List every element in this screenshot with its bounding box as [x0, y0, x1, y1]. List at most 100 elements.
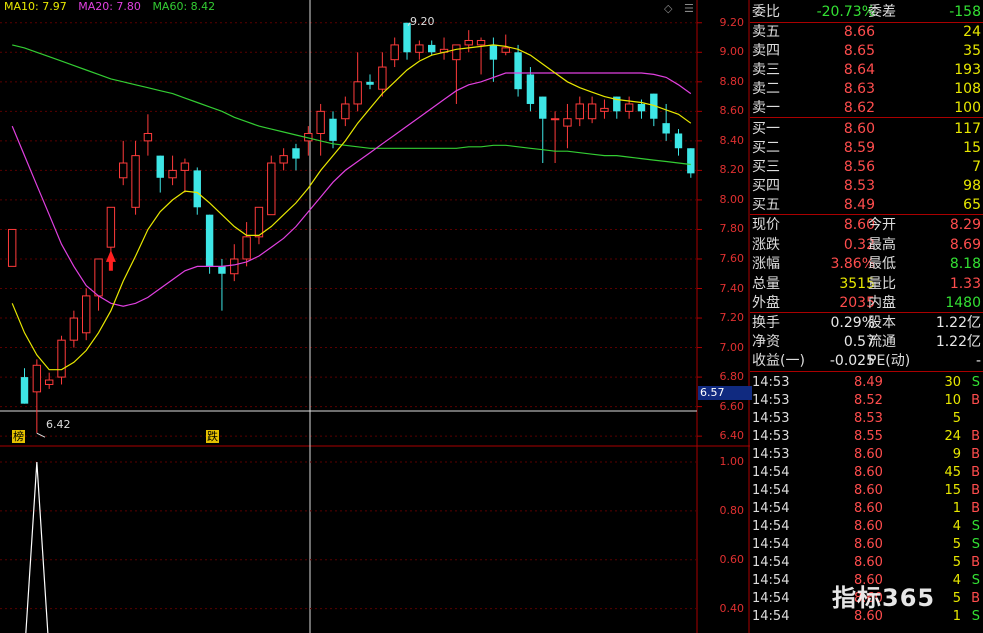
candle-body-down: [687, 148, 695, 174]
tick-price: 8.60: [854, 465, 883, 480]
tick-volume: 9: [952, 447, 961, 462]
buy-price: 8.53: [843, 178, 875, 194]
tick-direction: S: [971, 573, 980, 588]
price-tick-label: 8.20: [719, 163, 745, 177]
candle-body-down: [156, 155, 164, 178]
buy-level-row[interactable]: 买四 8.53 98: [750, 177, 983, 195]
candle-body-up: [143, 132, 153, 142]
candle-body-up: [69, 317, 79, 341]
tick-volume: 1: [952, 501, 961, 516]
buy-level-row[interactable]: 买五 8.49 65: [750, 196, 983, 214]
sell-level-label: 卖五: [752, 24, 780, 40]
ma60-label: MA60: 8.42: [152, 0, 216, 13]
tick-row[interactable]: 14:53 8.55 24 B: [750, 428, 983, 446]
tick-direction: S: [971, 375, 980, 390]
fundamental-row-v2: -: [975, 353, 981, 369]
tick-time: 14:54: [752, 483, 790, 498]
stat-row-lab2: 量比: [868, 275, 896, 292]
stat-row-v2: 1.33: [949, 275, 981, 292]
candle-body-down: [366, 81, 374, 85]
candle-body-up: [415, 44, 424, 53]
price-tick-label: 8.60: [719, 104, 745, 118]
candle-body-up: [94, 258, 103, 297]
stat-row-lab2: 内盘: [868, 295, 896, 311]
candle-body-up: [353, 81, 362, 105]
stat-row-v2: 8.18: [949, 256, 981, 272]
indicator-line: [25, 461, 49, 633]
candle-body-up: [131, 155, 140, 208]
tick-price: 8.60: [854, 447, 883, 462]
candle-body-up: [279, 155, 288, 164]
candle-body-up: [575, 103, 584, 120]
tick-row[interactable]: 14:54 8.60 4 S: [750, 518, 983, 536]
buy-volume: 117: [954, 121, 981, 137]
sell-price: 8.63: [843, 81, 875, 97]
stat-row-lab: 涨幅: [752, 256, 780, 272]
tick-price: 8.60: [854, 519, 883, 534]
weibi-row: 委比 -20.73% 委差 -158: [750, 3, 983, 21]
stat-row-v2: 8.29: [949, 217, 981, 233]
indicator-tick-label: 0.40: [719, 601, 745, 615]
tick-time: 14:54: [752, 465, 790, 480]
sell-price: 8.64: [843, 62, 875, 78]
sell-level-label: 卖三: [752, 62, 780, 78]
diamond-icon[interactable]: ◇: [664, 2, 672, 15]
sell-volume: 100: [954, 100, 981, 116]
tick-row[interactable]: 14:53 8.60 9 B: [750, 446, 983, 464]
tick-time: 14:54: [752, 519, 790, 534]
sell-level-row[interactable]: 卖三 8.64 193: [750, 61, 983, 79]
sell-level-row[interactable]: 卖五 8.66 24: [750, 23, 983, 41]
tick-row[interactable]: 14:54 8.60 5 S: [750, 536, 983, 554]
tick-row[interactable]: 14:54 8.60 15 B: [750, 482, 983, 500]
candle-body-up: [180, 162, 190, 171]
price-tick-label: 8.40: [719, 133, 745, 147]
kline-chart[interactable]: [0, 0, 750, 633]
candle-body-up: [119, 162, 128, 179]
crosshair-price-label: 6.57: [698, 386, 752, 400]
sell-level-row[interactable]: 卖二 8.63 108: [750, 80, 983, 98]
tick-direction: B: [971, 501, 980, 516]
tick-volume: 1: [952, 609, 961, 624]
tick-price: 8.60: [854, 537, 883, 552]
buy-level-label: 买四: [752, 178, 780, 194]
price-tick-label: 6.40: [719, 429, 745, 443]
tick-direction: S: [971, 519, 980, 534]
tick-row[interactable]: 14:53 8.53 5: [750, 410, 983, 428]
tick-time: 14:54: [752, 501, 790, 516]
candle-body-down: [662, 123, 670, 134]
tick-direction: B: [971, 393, 980, 408]
die-tag[interactable]: 跌: [206, 430, 219, 443]
fundamental-row-lab2: PE(动): [868, 353, 911, 369]
candle-body-up: [7, 228, 17, 267]
candle-body-down: [489, 44, 498, 60]
candle-body-up: [44, 379, 54, 385]
candle-body-down: [674, 133, 683, 149]
bang-tag[interactable]: 榜: [12, 430, 25, 443]
candle-body-up: [501, 47, 510, 53]
price-tick-label: 6.60: [719, 399, 745, 413]
watermark-logo: 指标365: [832, 584, 936, 612]
tick-row[interactable]: 14:53 8.49 30 S: [750, 374, 983, 392]
buy-volume: 98: [963, 178, 981, 194]
candle-body-up: [390, 44, 399, 61]
sell-price: 8.66: [843, 24, 875, 40]
sell-level-row[interactable]: 卖一 8.62 100: [750, 99, 983, 117]
indicator-tick-label: 1.00: [719, 455, 745, 468]
tick-row[interactable]: 14:54 8.60 5 B: [750, 554, 983, 572]
candle-body-up: [106, 206, 116, 248]
tick-row[interactable]: 14:54 8.60 45 B: [750, 464, 983, 482]
menu-icon[interactable]: ☰: [684, 2, 694, 15]
buy-level-row[interactable]: 买三 8.56 7: [750, 158, 983, 176]
sell-level-row[interactable]: 卖四 8.65 35: [750, 42, 983, 60]
buy-level-row[interactable]: 买二 8.59 15: [750, 139, 983, 157]
fundamental-row-lab: 净资: [752, 334, 780, 350]
candle-body-up: [32, 364, 42, 393]
price-tick-label: 7.80: [719, 222, 745, 236]
price-tick-label: 7.20: [719, 311, 745, 325]
tick-row[interactable]: 14:54 8.60 1 B: [750, 500, 983, 518]
tick-price: 8.60: [854, 483, 883, 498]
tick-row[interactable]: 14:53 8.52 10 B: [750, 392, 983, 410]
buy-level-row[interactable]: 买一 8.60 117: [750, 120, 983, 138]
tick-price: 8.52: [854, 393, 883, 408]
fundamental-row-lab2: 流通: [868, 334, 896, 350]
